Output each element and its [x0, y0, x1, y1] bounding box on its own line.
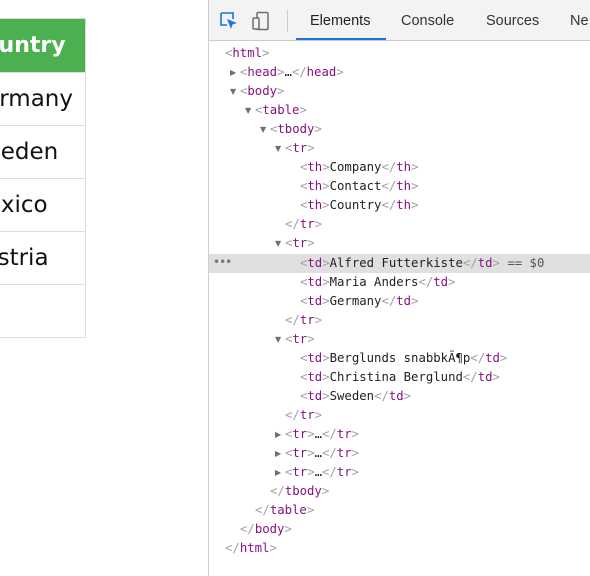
dom-node-tr-collapsed[interactable]: ▶ <tr>…</tr>	[209, 425, 590, 444]
dom-node-head[interactable]: ▶ <head>…</head>	[209, 63, 590, 82]
dom-node-table[interactable]: ▼ <table>	[209, 101, 590, 120]
dom-node-th[interactable]: <th>Contact</th>	[209, 177, 590, 196]
table-row: Austria	[0, 231, 86, 285]
table-row: Mexico	[0, 178, 86, 232]
dom-node-th[interactable]: <th>Company</th>	[209, 158, 590, 177]
dom-tree: <html> ▶ <head>…</head> ▼ <body> ▼ <tabl…	[209, 41, 590, 576]
dom-node-tr-close[interactable]: </tr>	[209, 215, 590, 234]
table-row: nd Sweden	[0, 125, 86, 179]
devtools-toolbar: Elements Console Sources Ne	[209, 0, 590, 41]
dom-node-table-close[interactable]: </table>	[209, 501, 590, 520]
device-toolbar-icon[interactable]	[251, 11, 271, 31]
toolbar-separator	[287, 10, 288, 32]
dom-node-td[interactable]: <td>Germany</td>	[209, 292, 590, 311]
country-cell: Germany	[0, 72, 86, 126]
table-header-row: Country	[0, 18, 86, 73]
table-row: Germany	[0, 72, 86, 126]
devtools-panel: Elements Console Sources Ne <html> ▶ <he…	[208, 0, 590, 576]
dom-node-body[interactable]: ▼ <body>	[209, 82, 590, 101]
dom-node-th[interactable]: <th>Country</th>	[209, 196, 590, 215]
country-cell: Sweden	[0, 125, 86, 179]
header-country: Country	[0, 18, 86, 73]
dom-node-tr-collapsed[interactable]: ▶ <tr>…</tr>	[209, 444, 590, 463]
dom-node-td[interactable]: <td>Maria Anders</td>	[209, 273, 590, 292]
dom-node-tr[interactable]: ▼ <tr>	[209, 330, 590, 349]
table-row: UK	[0, 284, 86, 338]
dom-node-html-close[interactable]: </html>	[209, 539, 590, 558]
more-options-icon[interactable]: •••	[213, 254, 232, 271]
dom-node-tbody[interactable]: ▼ <tbody>	[209, 120, 590, 139]
dom-node-tr[interactable]: ▼ <tr>	[209, 139, 590, 158]
dom-node-tr[interactable]: ▼ <tr>	[209, 234, 590, 253]
tab-console[interactable]: Console	[387, 0, 468, 38]
dom-node-td-selected[interactable]: ••• <td>Alfred Futterkiste</td> == $0	[209, 254, 590, 273]
tab-sources[interactable]: Sources	[472, 0, 553, 38]
selected-node-marker: == $0	[507, 256, 545, 270]
dom-node-tr-collapsed[interactable]: ▶ <tr>…</tr>	[209, 463, 590, 482]
dom-node-html[interactable]: <html>	[209, 44, 590, 63]
dom-node-body-close[interactable]: </body>	[209, 520, 590, 539]
inspect-element-icon[interactable]	[219, 11, 239, 31]
dom-node-tr-close[interactable]: </tr>	[209, 406, 590, 425]
country-cell: Austria	[0, 231, 86, 285]
dom-node-td[interactable]: <td>Berglunds snabbkÃ¶p</td>	[209, 349, 590, 368]
country-cell: UK	[0, 284, 86, 338]
page-viewport: Country Germany nd Sweden Mexico Austria…	[0, 0, 208, 576]
dom-node-td[interactable]: <td>Christina Berglund</td>	[209, 368, 590, 387]
dom-node-tr-close[interactable]: </tr>	[209, 311, 590, 330]
dom-node-td[interactable]: <td>Sweden</td>	[209, 387, 590, 406]
customers-table: Country Germany nd Sweden Mexico Austria…	[0, 18, 86, 338]
country-cell: Mexico	[0, 178, 86, 232]
tab-network[interactable]: Ne	[556, 0, 590, 38]
tab-elements[interactable]: Elements	[296, 0, 386, 40]
dom-node-tbody-close[interactable]: </tbody>	[209, 482, 590, 501]
